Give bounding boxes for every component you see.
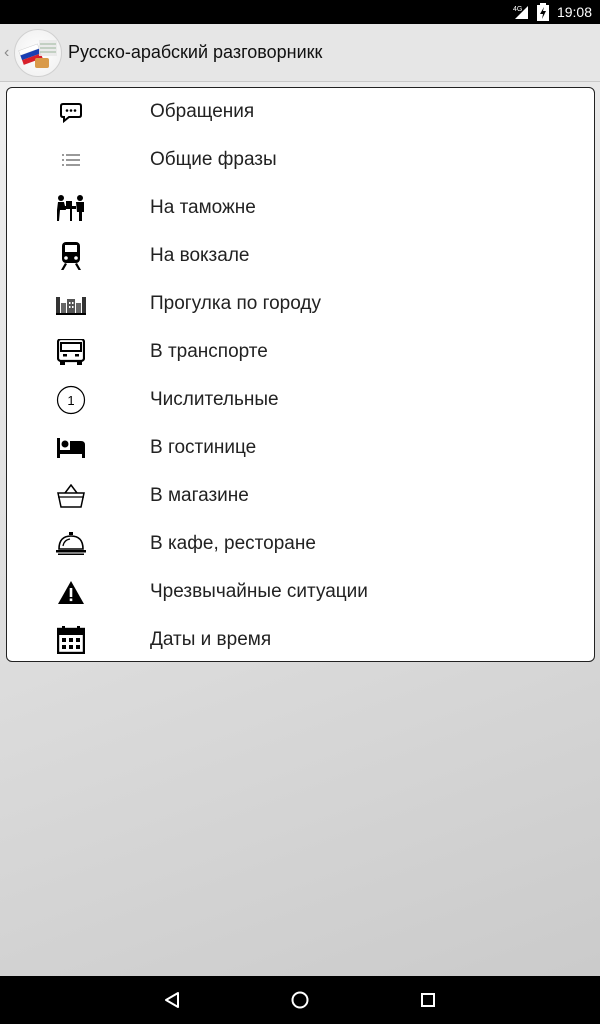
app-logo-icon[interactable] bbox=[14, 28, 62, 77]
clock: 19:08 bbox=[556, 4, 592, 20]
list-item[interactable]: В магазине bbox=[7, 472, 594, 520]
list-item-label: В гостинице bbox=[150, 437, 257, 458]
list-item-label: Чрезвычайные ситуации bbox=[150, 581, 368, 602]
up-chevron-icon[interactable]: ‹ bbox=[4, 44, 14, 62]
city-icon bbox=[51, 284, 91, 324]
list-item[interactable]: В гостинице bbox=[7, 424, 594, 472]
status-bar: 4G 19:08 bbox=[0, 0, 600, 24]
list-item-label: На таможне bbox=[150, 197, 256, 218]
list-icon bbox=[51, 140, 91, 180]
list-item[interactable]: Обращения bbox=[7, 88, 594, 136]
list-item[interactable]: В транспорте bbox=[7, 328, 594, 376]
list-item-label: Обращения bbox=[150, 101, 255, 122]
list-item-label: Прогулка по городу bbox=[150, 293, 321, 314]
back-triangle-icon[interactable] bbox=[152, 980, 192, 1020]
list-item[interactable]: На вокзале bbox=[7, 232, 594, 280]
topic-list: Обращения Общие фразы На таможне На вокз… bbox=[6, 87, 595, 662]
customs-icon bbox=[51, 188, 91, 228]
list-item[interactable]: Прогулка по городу bbox=[7, 280, 594, 328]
list-item-label: На вокзале bbox=[150, 245, 250, 266]
bus-icon bbox=[51, 332, 91, 372]
recents-square-icon[interactable] bbox=[408, 980, 448, 1020]
navigation-bar bbox=[0, 976, 600, 1024]
speech-bubble-icon bbox=[51, 92, 91, 132]
signal-icon: 4G bbox=[513, 4, 529, 20]
list-item[interactable]: Общие фразы bbox=[7, 136, 594, 184]
bed-icon bbox=[51, 428, 91, 468]
list-item-label: В кафе, ресторане bbox=[150, 533, 316, 554]
list-item-label: Общие фразы bbox=[150, 149, 277, 170]
list-item[interactable]: В кафе, ресторане bbox=[7, 520, 594, 568]
network-type: 4G bbox=[513, 6, 522, 13]
home-circle-icon[interactable] bbox=[280, 980, 320, 1020]
list-item[interactable]: Чрезвычайные ситуации bbox=[7, 568, 594, 616]
list-item-label: В магазине bbox=[150, 485, 249, 506]
list-item-label: Даты и время bbox=[150, 629, 272, 650]
basket-icon bbox=[51, 476, 91, 516]
battery-icon bbox=[536, 3, 549, 21]
number-one-icon: 1 bbox=[51, 380, 91, 420]
page-title: Русско-арабский разговорникк bbox=[68, 42, 323, 62]
list-item[interactable]: На таможне bbox=[7, 184, 594, 232]
list-item[interactable]: 1 Числительные bbox=[7, 376, 594, 424]
list-item[interactable]: Даты и время bbox=[7, 616, 594, 664]
warning-icon bbox=[51, 572, 91, 612]
list-item-label: Числительные bbox=[150, 389, 279, 410]
train-icon bbox=[51, 236, 91, 276]
cloche-icon bbox=[51, 524, 91, 564]
calendar-icon bbox=[51, 620, 91, 660]
number-one-text: 1 bbox=[67, 393, 74, 408]
action-bar: ‹ Русско-арабский разговорникк bbox=[0, 24, 600, 82]
list-item-label: В транспорте bbox=[150, 341, 268, 362]
